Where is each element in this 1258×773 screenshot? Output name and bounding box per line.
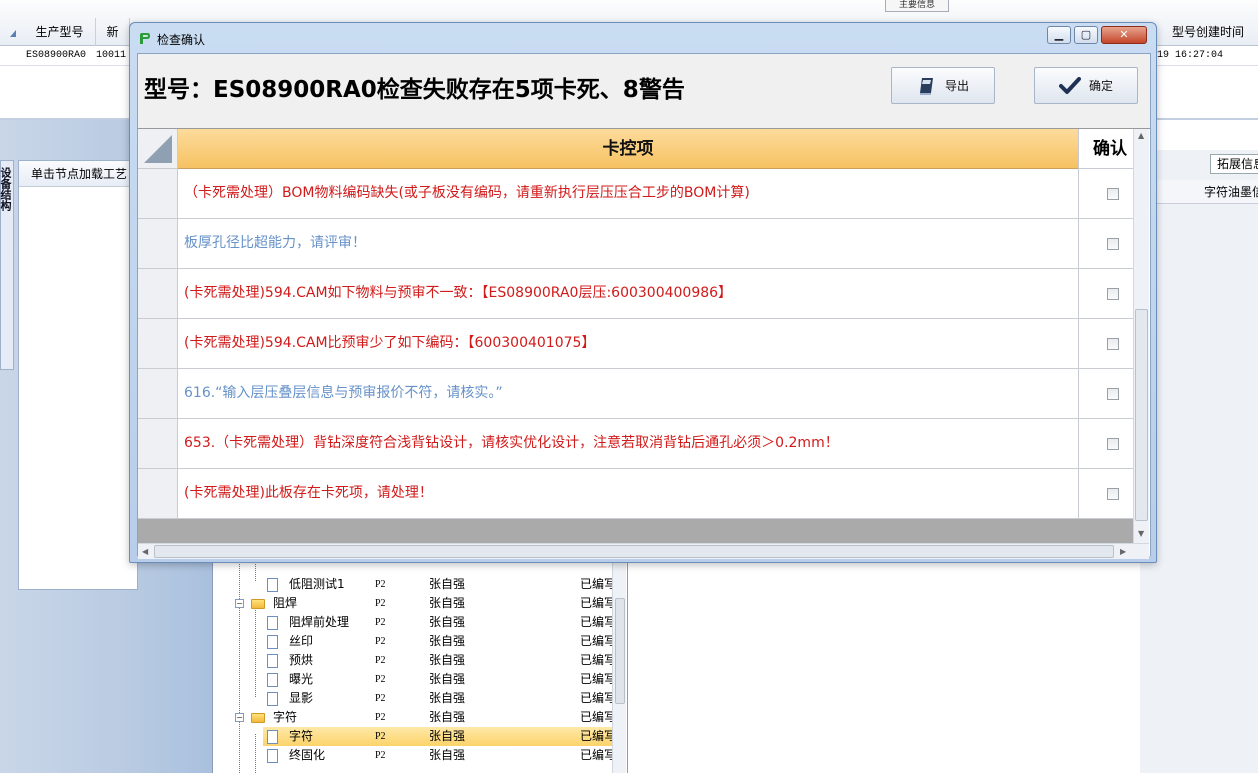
book-icon [919, 77, 933, 95]
folder-icon [251, 713, 265, 723]
row-header[interactable] [138, 169, 178, 218]
row-code: 10011 [96, 50, 127, 61]
document-icon [267, 635, 278, 649]
collapse-icon[interactable]: − [235, 599, 244, 608]
column-header-confirm[interactable]: 确认 [1078, 129, 1133, 169]
tree-item[interactable]: 显影 P2 张自强 已编写 [213, 689, 616, 708]
row-header[interactable] [138, 469, 178, 518]
document-icon [267, 673, 278, 687]
grid-row[interactable]: 板厚孔径比超能力，请评审！ [138, 219, 1133, 269]
tree-scrollbar[interactable] [612, 562, 626, 773]
tree-item[interactable]: 预烘 P2 张自强 已编写 [213, 651, 616, 670]
grid-row[interactable]: 653.（卡死需处理）背钻深度符合浅背钻设计，请核实优化设计，注意若取消背钻后通… [138, 419, 1133, 469]
row-text: 616.“输入层压叠层信息与预审报价不符，请核实。” [184, 385, 503, 401]
row-header[interactable] [138, 369, 178, 418]
confirm-checkbox[interactable] [1107, 438, 1119, 450]
scroll-down-icon[interactable]: ▼ [1138, 529, 1144, 538]
column-header-production-model[interactable]: 生产型号 [24, 18, 96, 46]
confirm-checkbox[interactable] [1107, 338, 1119, 350]
row-text: (卡死需处理)594.CAM如下物料与预审不一致：【ES08900RA0层压:6… [184, 285, 733, 301]
row-time: 19 16:27:04 [1157, 50, 1224, 61]
tree-item[interactable]: 低阻测试1 P2 张自强 已编写 [213, 575, 616, 594]
tab-extended-info[interactable]: 拓展信息 [1210, 154, 1258, 174]
grid-row[interactable]: （卡死需处理）BOM物料编码缺失(或子板没有编码，请重新执行层压压合工步的BOM… [138, 169, 1133, 219]
row-text: (卡死需处理)594.CAM比预审少了如下编码：【600300401075】 [184, 335, 596, 351]
row-header[interactable] [138, 419, 178, 468]
column-header-created-time[interactable]: 型号创建时间 [1158, 18, 1258, 46]
control-items-grid: 卡控项 确认 （卡死需处理）BOM物料编码缺失(或子板没有编码，请重新执行层压压… [138, 128, 1150, 559]
dialog-body: 型号：ES08900RA0检查失败存在5项卡死、8警告 导出 确定 卡控项 确认 [137, 53, 1151, 559]
confirm-checkbox[interactable] [1107, 288, 1119, 300]
horizontal-scroll-thumb[interactable] [154, 545, 1114, 558]
document-icon [267, 616, 278, 630]
document-icon [267, 654, 278, 668]
grid-row[interactable]: (卡死需处理)此板存在卡死项，请处理！ [138, 469, 1133, 519]
column-header-control-item[interactable]: 卡控项 [178, 129, 1078, 169]
right-panel: 拓展信息 字符油墨信 [1140, 150, 1258, 773]
tree-item[interactable]: 丝印 P2 张自强 已编写 [213, 632, 616, 651]
process-tree[interactable]: 低阻测试1 P2 张自强 已编写 − 阻焊 P2 张自强 已编写 阻焊前处理 P… [212, 562, 628, 773]
process-panel: 单击节点加载工艺 [18, 160, 138, 590]
app-icon [140, 33, 150, 44]
grid-empty-area [138, 519, 1133, 543]
process-panel-title: 单击节点加载工艺 [19, 161, 137, 187]
row-header[interactable] [138, 219, 178, 268]
device-structure-tab[interactable]: 设备结构 [0, 160, 14, 370]
tree-item[interactable]: − 阻焊 P2 张自强 已编写 [213, 594, 616, 613]
document-icon [267, 578, 278, 592]
check-confirm-dialog: 检查确认 ▁ ▢ ✕ 型号：ES08900RA0检查失败存在5项卡死、8警告 导… [129, 22, 1157, 563]
sort-arrow-icon [10, 30, 16, 37]
column-header-char-ink[interactable]: 字符油墨信 [1154, 180, 1258, 204]
document-icon [267, 749, 278, 763]
check-result-message: 型号：ES08900RA0检查失败存在5项卡死、8警告 [144, 77, 685, 103]
tree-item[interactable]: 阻焊前处理 P2 张自强 已编写 [213, 613, 616, 632]
vertical-scroll-thumb[interactable] [1135, 309, 1148, 521]
minimize-button[interactable]: ▁ [1047, 26, 1071, 44]
row-header[interactable] [138, 269, 178, 318]
tree-scroll-thumb[interactable] [615, 598, 625, 704]
row-header[interactable] [138, 319, 178, 368]
grid-horizontal-scrollbar[interactable]: ◀ ▶ [138, 543, 1149, 559]
confirm-label: 确定 [1088, 79, 1113, 93]
confirm-checkbox[interactable] [1107, 488, 1119, 500]
row-text: (卡死需处理)此板存在卡死项，请处理！ [184, 485, 433, 501]
confirm-checkbox[interactable] [1107, 188, 1119, 200]
export-button[interactable]: 导出 [891, 67, 995, 104]
grid-vertical-scrollbar[interactable]: ▲ ▼ [1133, 129, 1149, 543]
export-label: 导出 [944, 79, 969, 93]
detail-area [628, 562, 1140, 773]
close-button[interactable]: ✕ [1101, 26, 1147, 44]
row-text: 板厚孔径比超能力，请评审！ [184, 235, 366, 251]
maximize-button[interactable]: ▢ [1074, 26, 1098, 44]
grid-row[interactable]: 616.“输入层压叠层信息与预审报价不符，请核实。” [138, 369, 1133, 419]
tab-main-info[interactable]: 主要信息 [885, 0, 949, 12]
scroll-up-icon[interactable]: ▲ [1138, 131, 1144, 140]
tree-item-selected[interactable]: 字符 P2 张自强 已编写 [263, 727, 616, 746]
confirm-checkbox[interactable] [1107, 388, 1119, 400]
grid-row[interactable]: (卡死需处理)594.CAM比预审少了如下编码：【600300401075】 [138, 319, 1133, 369]
grid-row[interactable]: (卡死需处理)594.CAM如下物料与预审不一致：【ES08900RA0层压:6… [138, 269, 1133, 319]
row-text: 653.（卡死需处理）背钻深度符合浅背钻设计，请核实优化设计，注意若取消背钻后通… [184, 435, 839, 451]
select-all-icon [144, 135, 172, 163]
confirm-checkbox[interactable] [1107, 238, 1119, 250]
document-icon [267, 692, 278, 706]
confirm-button[interactable]: 确定 [1034, 67, 1138, 104]
tree-item[interactable]: 终固化 P2 张自强 已编写 [213, 746, 616, 765]
folder-icon [251, 599, 265, 609]
scroll-right-icon[interactable]: ▶ [1120, 547, 1126, 556]
row-text: （卡死需处理）BOM物料编码缺失(或子板没有编码，请重新执行层压压合工步的BOM… [184, 185, 750, 201]
row-model: ES08900RA0 [26, 50, 87, 61]
dialog-title: 检查确认 [157, 33, 206, 47]
tree-item[interactable]: − 字符 P2 张自强 已编写 [213, 708, 616, 727]
column-header-new[interactable]: 新 [96, 18, 130, 46]
collapse-icon[interactable]: − [235, 713, 244, 722]
document-icon [267, 730, 278, 744]
check-icon [1058, 76, 1081, 94]
grid-corner[interactable] [138, 129, 178, 169]
scroll-left-icon[interactable]: ◀ [142, 547, 148, 556]
tree-item[interactable]: 曝光 P2 张自强 已编写 [213, 670, 616, 689]
dialog-titlebar[interactable]: 检查确认 ▁ ▢ ✕ [130, 23, 1156, 53]
